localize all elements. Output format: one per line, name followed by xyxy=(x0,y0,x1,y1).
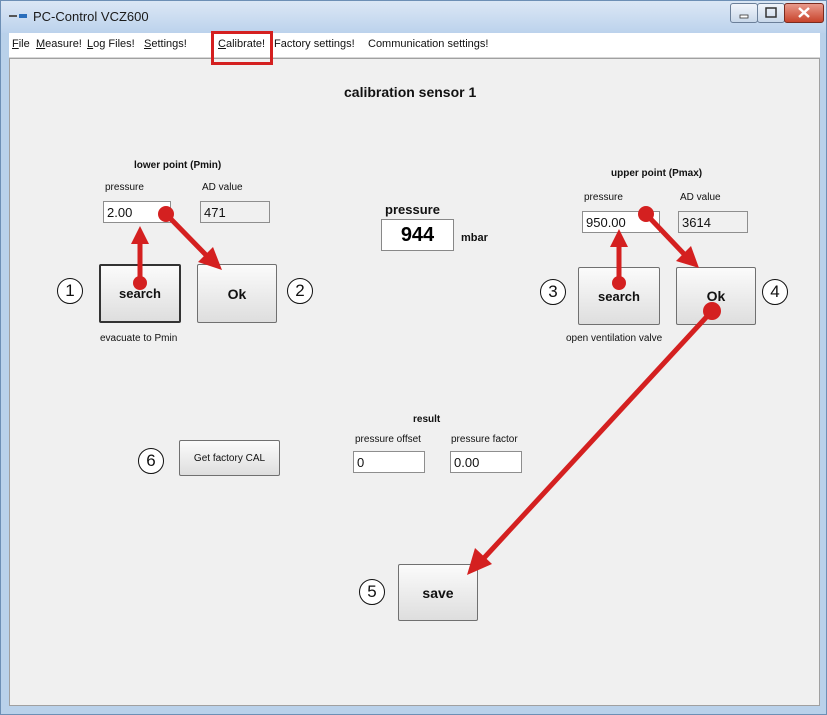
callout-1: 1 xyxy=(57,278,83,304)
current-pressure-label: pressure xyxy=(385,202,440,217)
upper-pressure-label: pressure xyxy=(584,192,623,203)
lower-ad-label: AD value xyxy=(202,182,243,193)
factor-label: pressure factor xyxy=(451,434,518,445)
title-bar[interactable]: PC-Control VCZ600 xyxy=(1,1,826,33)
close-button[interactable] xyxy=(784,3,824,23)
menu-bar: File Measure! Log Files! Settings! Calib… xyxy=(9,33,820,58)
offset-field[interactable]: 0 xyxy=(353,451,425,473)
minimize-button[interactable] xyxy=(730,3,758,23)
menu-measure[interactable]: Measure! xyxy=(36,38,82,50)
menu-log-files[interactable]: Log Files! xyxy=(87,38,135,50)
callout-5: 5 xyxy=(359,579,385,605)
close-icon xyxy=(798,7,810,18)
callout-4: 4 xyxy=(762,279,788,305)
minimize-icon xyxy=(739,14,749,19)
maximize-button[interactable] xyxy=(757,3,785,23)
menu-factory-settings[interactable]: Factory settings! xyxy=(274,38,355,50)
lower-hint: evacuate to Pmin xyxy=(100,333,178,344)
lower-pressure-label: pressure xyxy=(105,182,144,193)
upper-search-button[interactable]: search xyxy=(578,267,660,325)
result-title: result xyxy=(413,414,441,425)
upper-pressure-field[interactable]: 950.00 xyxy=(582,211,660,233)
callout-6: 6 xyxy=(138,448,164,474)
lower-ok-button[interactable]: Ok xyxy=(197,264,277,323)
app-icon xyxy=(9,14,27,18)
current-pressure-unit: mbar xyxy=(461,232,488,244)
calibrate-highlight-box xyxy=(211,31,273,65)
upper-point-title: upper point (Pmax) xyxy=(611,168,703,179)
offset-label: pressure offset xyxy=(355,434,421,445)
window-title: PC-Control VCZ600 xyxy=(33,9,149,24)
upper-hint: open ventilation valve xyxy=(566,333,663,344)
callout-3: 3 xyxy=(540,279,566,305)
lower-point-title: lower point (Pmin) xyxy=(134,160,222,171)
menu-communication-settings[interactable]: Communication settings! xyxy=(368,38,488,50)
maximize-icon xyxy=(765,7,777,18)
save-button[interactable]: save xyxy=(398,564,478,621)
callout-2: 2 xyxy=(287,278,313,304)
lower-ad-field: 471 xyxy=(200,201,270,223)
upper-ad-label: AD value xyxy=(680,192,721,203)
menu-file-rest: ile xyxy=(18,38,30,50)
lower-search-button[interactable]: search xyxy=(99,264,181,323)
current-pressure-value: 944 xyxy=(381,219,454,251)
menu-settings[interactable]: Settings! xyxy=(144,38,187,50)
upper-ok-button[interactable]: Ok xyxy=(676,267,756,325)
upper-ad-field: 3614 xyxy=(678,211,748,233)
get-factory-cal-button[interactable]: Get factory CAL xyxy=(179,440,280,476)
factor-field[interactable]: 0.00 xyxy=(450,451,522,473)
menu-file[interactable]: File xyxy=(12,38,30,50)
lower-pressure-field[interactable]: 2.00 xyxy=(103,201,171,223)
page-title: calibration sensor 1 xyxy=(344,84,477,100)
